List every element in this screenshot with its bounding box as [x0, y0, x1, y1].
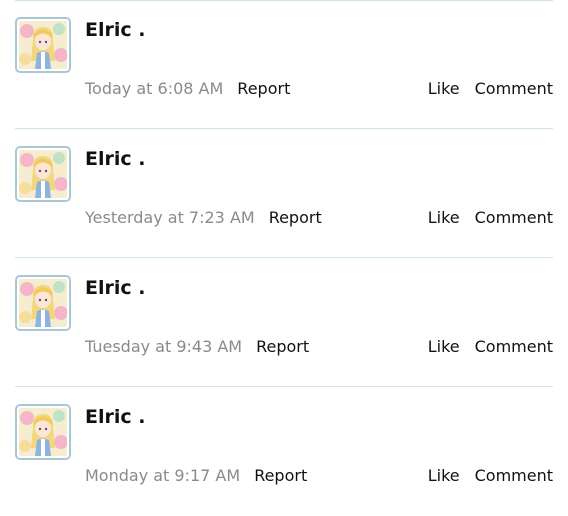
anime-girl-avatar-icon [19, 408, 67, 456]
report-link[interactable]: Report [254, 466, 307, 485]
post-meta: Today at 6:08 AM Report Like Comment [85, 77, 553, 101]
post-meta: Monday at 9:17 AM Report Like Comment [85, 464, 553, 488]
comment-item: Elric . Monday at 9:17 AM Report Like Comm… [15, 388, 553, 516]
divider [15, 386, 553, 387]
post-meta: Tuesday at 9:43 AM Report Like Comment [85, 335, 553, 359]
comment-item: Elric . Today at 6:08 AM Report Like Comme… [15, 1, 553, 129]
comment-link[interactable]: Comment [475, 337, 553, 356]
post-actions: Like Comment [428, 464, 553, 488]
comment-item: Elric . Yesterday at 7:23 AM Report Like C… [15, 130, 553, 258]
comment-link[interactable]: Comment [475, 208, 553, 227]
timestamp: Tuesday at 9:43 AM [85, 337, 243, 356]
post-actions: Like Comment [428, 335, 553, 359]
comment-item: Elric . Tuesday at 9:43 AM Report Like Com… [15, 259, 553, 387]
divider [15, 128, 553, 129]
like-link[interactable]: Like [428, 79, 460, 98]
post-actions: Like Comment [428, 206, 553, 230]
anime-girl-avatar-icon [19, 21, 67, 69]
author-name[interactable]: Elric . [85, 17, 145, 43]
user-avatar[interactable] [15, 404, 71, 460]
timestamp: Yesterday at 7:23 AM [85, 208, 255, 227]
like-link[interactable]: Like [428, 466, 460, 485]
author-name[interactable]: Elric . [85, 146, 145, 172]
author-name[interactable]: Elric . [85, 404, 145, 430]
user-avatar[interactable] [15, 146, 71, 202]
timestamp: Monday at 9:17 AM [85, 466, 241, 485]
like-link[interactable]: Like [428, 208, 460, 227]
like-link[interactable]: Like [428, 337, 460, 356]
report-link[interactable]: Report [256, 337, 309, 356]
anime-girl-avatar-icon [19, 150, 67, 198]
post-meta: Yesterday at 7:23 AM Report Like Comment [85, 206, 553, 230]
report-link[interactable]: Report [269, 208, 322, 227]
comment-feed: Elric . Today at 6:08 AM Report Like Comme… [0, 0, 568, 512]
anime-girl-avatar-icon [19, 279, 67, 327]
report-link[interactable]: Report [237, 79, 290, 98]
post-actions: Like Comment [428, 77, 553, 101]
comment-link[interactable]: Comment [475, 79, 553, 98]
user-avatar[interactable] [15, 275, 71, 331]
author-name[interactable]: Elric . [85, 275, 145, 301]
divider [15, 257, 553, 258]
comment-link[interactable]: Comment [475, 466, 553, 485]
user-avatar[interactable] [15, 17, 71, 73]
timestamp: Today at 6:08 AM [85, 79, 224, 98]
